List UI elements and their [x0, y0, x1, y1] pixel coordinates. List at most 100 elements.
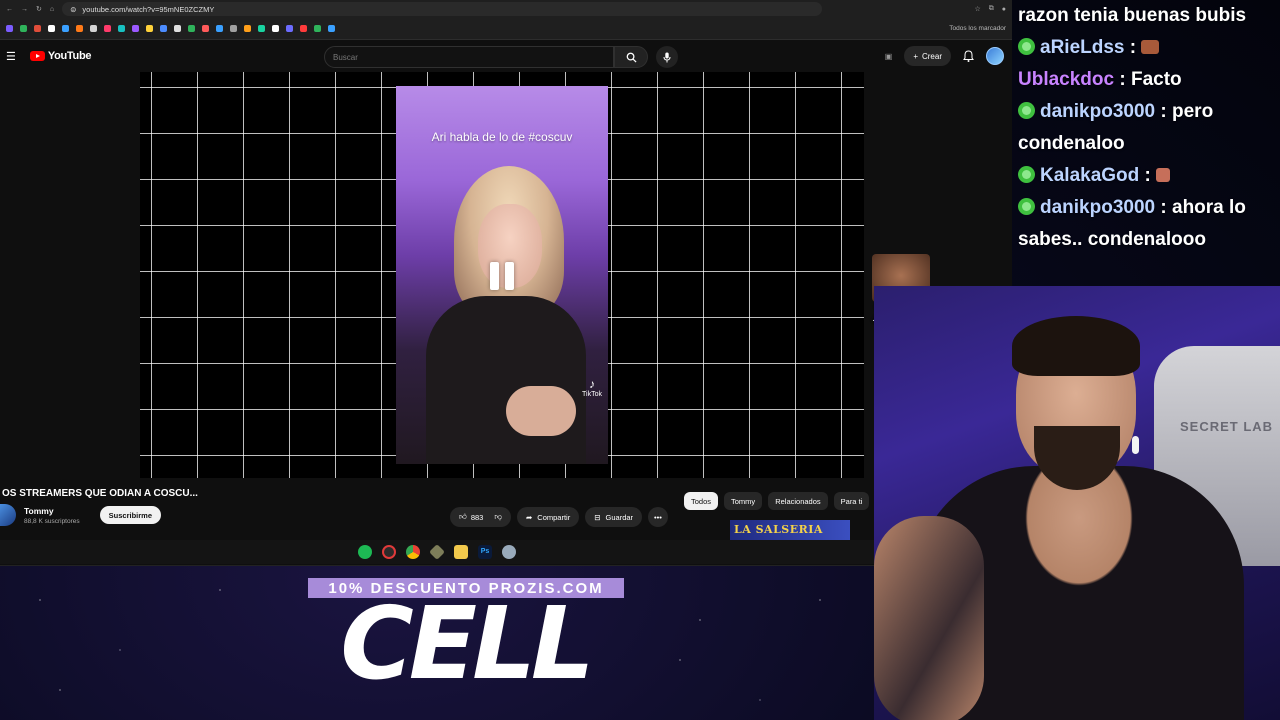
- chat-username: KalakaGod: [1040, 165, 1140, 186]
- share-button[interactable]: ➦ Compartir: [516, 507, 580, 527]
- bookmark-icon[interactable]: [104, 25, 111, 32]
- chip-todos[interactable]: Todos: [684, 492, 719, 510]
- microphone-icon: [663, 52, 671, 62]
- search-input[interactable]: Buscar: [324, 46, 614, 68]
- browser-window: ← → ↻ ⌂ ⊜ youtube.com/watch?v=95mNE0ZCZM…: [0, 0, 1012, 566]
- bookmark-icon[interactable]: [328, 25, 335, 32]
- bookmark-icon[interactable]: [34, 25, 41, 32]
- webcam-feed: SECRET LAB: [874, 286, 1280, 720]
- cast-icon[interactable]: ▣: [885, 52, 893, 61]
- bookmark-icon[interactable]: [202, 25, 209, 32]
- tiktok-watermark: ♪ TikTok: [582, 377, 602, 398]
- taskbar: Ps: [0, 540, 874, 564]
- bookmark-icon[interactable]: [286, 25, 293, 32]
- video-player[interactable]: Ari habla de lo de #coscuv ♪ TikTok: [140, 72, 864, 478]
- notifications-bell-icon[interactable]: [963, 50, 974, 62]
- video-actions: 👍︎ 883 👎︎ ➦ Compartir ⊟ Guardar •••: [450, 507, 668, 527]
- channel-name[interactable]: Tommy: [24, 506, 80, 516]
- share-label: Compartir: [537, 512, 571, 522]
- sub-badge-icon: [1018, 102, 1035, 119]
- recommended-video-thumbnail[interactable]: LA SALSERIA: [730, 520, 850, 540]
- bookmark-icon[interactable]: [48, 25, 55, 32]
- chrome-icon[interactable]: [406, 545, 420, 559]
- bookmark-icon[interactable]: [90, 25, 97, 32]
- sub-badge-icon: [1018, 198, 1035, 215]
- chair-logo-text: SECRET LAB: [1180, 419, 1274, 434]
- more-actions-button[interactable]: •••: [648, 507, 668, 527]
- browser-toolbar: ← → ↻ ⌂ ⊜ youtube.com/watch?v=95mNE0ZCZM…: [0, 0, 1012, 18]
- bookmark-icon[interactable]: [6, 25, 13, 32]
- chat-message: Ublackdoc : Facto: [1018, 64, 1280, 96]
- subscribe-button[interactable]: Suscribirme: [99, 506, 161, 524]
- bookmark-icon[interactable]: [258, 25, 265, 32]
- like-button[interactable]: 👍︎ 883: [459, 512, 483, 522]
- all-bookmarks-folder[interactable]: Todos los marcador: [949, 25, 1006, 32]
- bookmark-icon[interactable]: [174, 25, 181, 32]
- obs-icon[interactable]: [382, 545, 396, 559]
- home-icon[interactable]: ⌂: [50, 6, 54, 13]
- subject-hands: [506, 386, 576, 436]
- chip-para-ti[interactable]: Para ti: [833, 492, 870, 510]
- thumbs-down-icon[interactable]: 👎︎: [494, 512, 502, 522]
- bookmark-icon[interactable]: [216, 25, 223, 32]
- voice-search-button[interactable]: [656, 46, 678, 68]
- chat-message: aRieLdss :: [1018, 32, 1280, 64]
- chat-message: danikpo3000 : ahora lo sabes.. condenalo…: [1018, 192, 1280, 256]
- youtube-header: ☰ YouTube Buscar ▣ + Crear: [0, 40, 1012, 72]
- bookmark-icon[interactable]: [272, 25, 279, 32]
- search-button[interactable]: [614, 46, 648, 68]
- tiktok-caption: Ari habla de lo de #coscuv: [431, 130, 573, 144]
- chat-message: razon tenia buenas bubis: [1018, 0, 1280, 32]
- extensions-icon[interactable]: ⧉: [989, 5, 994, 13]
- youtube-play-icon: [29, 51, 45, 61]
- chip-tommy[interactable]: Tommy: [724, 492, 763, 510]
- tiktok-logo-text: TikTok: [582, 391, 602, 398]
- bookmark-icon[interactable]: [230, 25, 237, 32]
- youtube-logo[interactable]: YouTube: [29, 50, 92, 62]
- url-text: youtube.com/watch?v=95mNE0ZCZMY: [82, 4, 215, 14]
- address-bar[interactable]: ⊜ youtube.com/watch?v=95mNE0ZCZMY: [62, 2, 823, 16]
- bookmark-star-icon[interactable]: ☆: [974, 5, 980, 13]
- youtube-logo-text: YouTube: [47, 50, 92, 62]
- sub-badge-icon: [1018, 166, 1035, 183]
- save-label: Guardar: [605, 512, 634, 522]
- back-icon[interactable]: ←: [6, 6, 13, 13]
- account-avatar[interactable]: [986, 47, 1004, 65]
- chat-message: danikpo3000 : pero condenaloo: [1018, 96, 1280, 160]
- channel-avatar[interactable]: [0, 504, 16, 526]
- menu-icon[interactable]: ☰: [6, 50, 16, 63]
- bookmark-icon[interactable]: [118, 25, 125, 32]
- bookmark-icon[interactable]: [20, 25, 27, 32]
- bookmark-icon[interactable]: [160, 25, 167, 32]
- photoshop-icon[interactable]: Ps: [478, 545, 492, 559]
- plus-icon: +: [913, 51, 918, 61]
- bookmark-icon[interactable]: [300, 25, 307, 32]
- app-icon[interactable]: [429, 544, 445, 560]
- chat-text: razon tenia buenas bubis: [1018, 5, 1247, 26]
- site-info-icon[interactable]: ⊜: [70, 5, 76, 14]
- chip-relacionados[interactable]: Relacionados: [768, 492, 828, 510]
- bookmark-icon: ⊟: [594, 512, 601, 522]
- create-label: Crear: [921, 51, 942, 61]
- recommendation-chips: Todos Tommy Relacionados Para ti: [684, 492, 870, 510]
- bookmark-icon[interactable]: [314, 25, 321, 32]
- bookmarks-bar: Todos los marcador: [0, 18, 1012, 40]
- bookmark-icon[interactable]: [244, 25, 251, 32]
- video-title: OS STREAMERS QUE ODIAN A COSCU...: [2, 488, 198, 499]
- spotify-icon[interactable]: [358, 545, 372, 559]
- bookmark-icon[interactable]: [76, 25, 83, 32]
- search-icon: [626, 52, 637, 63]
- bookmark-icon[interactable]: [132, 25, 139, 32]
- save-button[interactable]: ⊟ Guardar: [585, 507, 643, 527]
- profile-icon[interactable]: ●: [1002, 6, 1006, 13]
- bookmark-icon[interactable]: [188, 25, 195, 32]
- bookmark-icon[interactable]: [62, 25, 69, 32]
- forward-icon[interactable]: →: [21, 6, 28, 13]
- app-icon[interactable]: [502, 545, 516, 559]
- reload-icon[interactable]: ↻: [36, 5, 42, 13]
- chat-username: Ublackdoc: [1018, 69, 1115, 90]
- file-explorer-icon[interactable]: [454, 545, 468, 559]
- create-button[interactable]: + Crear: [904, 46, 951, 66]
- bookmark-icon[interactable]: [146, 25, 153, 32]
- pause-icon[interactable]: [488, 262, 516, 290]
